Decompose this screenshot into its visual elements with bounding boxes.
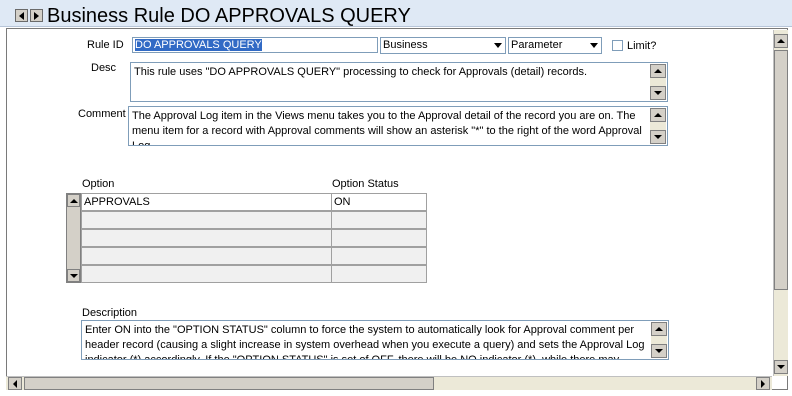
type-select[interactable]: Business xyxy=(380,37,506,54)
scroll-up-icon[interactable] xyxy=(774,34,788,48)
dropdown-arrow-icon xyxy=(590,43,598,48)
scroll-thumb[interactable] xyxy=(774,50,788,290)
option-status-cell[interactable] xyxy=(331,211,427,229)
scroll-down-icon[interactable] xyxy=(774,360,788,374)
option-status-cell[interactable]: ON xyxy=(331,193,427,211)
rule-id-field[interactable]: DO APPROVALS QUERY xyxy=(132,37,378,53)
scroll-down-icon[interactable] xyxy=(651,344,667,358)
kind-select[interactable]: Parameter xyxy=(508,37,602,54)
option-cell[interactable] xyxy=(81,247,332,265)
description-scrollbar[interactable] xyxy=(651,322,667,358)
rule-id-label: Rule ID xyxy=(87,39,124,51)
desc-scrollbar[interactable] xyxy=(650,64,666,100)
scroll-up-icon[interactable] xyxy=(650,64,666,78)
desc-label: Desc xyxy=(91,62,117,74)
grid-scrollbar[interactable] xyxy=(66,193,81,283)
scroll-down-icon[interactable] xyxy=(67,269,80,282)
scroll-right-icon[interactable] xyxy=(756,377,770,390)
scroll-up-icon[interactable] xyxy=(67,194,80,207)
option-status-cell[interactable] xyxy=(331,265,427,283)
option-status-column-header: Option Status xyxy=(332,178,399,190)
option-status-cell[interactable] xyxy=(331,229,427,247)
option-cell[interactable] xyxy=(81,265,332,283)
rule-id-value: DO APPROVALS QUERY xyxy=(135,39,262,51)
right-arrow-icon[interactable] xyxy=(30,9,43,22)
option-status-cell[interactable] xyxy=(331,247,427,265)
scroll-down-icon[interactable] xyxy=(650,86,666,100)
option-cell[interactable]: APPROVALS xyxy=(81,193,332,211)
dropdown-arrow-icon xyxy=(494,43,502,48)
limit-label: Limit? xyxy=(627,40,657,52)
window-title: Business Rule DO APPROVALS QUERY xyxy=(47,5,411,27)
desc-text: This rule uses "DO APPROVALS QUERY" proc… xyxy=(134,66,588,78)
scroll-left-icon[interactable] xyxy=(8,377,22,390)
description-label: Description xyxy=(82,307,138,319)
scroll-up-icon[interactable] xyxy=(650,108,666,122)
option-cell[interactable] xyxy=(81,229,332,247)
horizontal-scroll-thumb[interactable] xyxy=(24,377,434,390)
comment-label: Comment xyxy=(78,108,126,120)
option-column-header: Option xyxy=(82,178,115,190)
desc-field[interactable]: This rule uses "DO APPROVALS QUERY" proc… xyxy=(130,62,668,102)
window-horizontal-scrollbar[interactable] xyxy=(6,376,772,390)
comment-scrollbar[interactable] xyxy=(650,108,666,144)
window-vertical-scrollbar[interactable] xyxy=(773,30,788,376)
kind-select-value: Parameter xyxy=(511,39,563,51)
scroll-down-icon[interactable] xyxy=(650,130,666,144)
type-select-value: Business xyxy=(383,39,428,51)
limit-checkbox[interactable] xyxy=(612,40,623,51)
description-text: Enter ON into the "OPTION STATUS" column… xyxy=(85,324,645,360)
left-arrow-icon[interactable] xyxy=(15,9,28,22)
scroll-up-icon[interactable] xyxy=(651,322,667,336)
comment-field[interactable]: The Approval Log item in the Views menu … xyxy=(128,106,668,146)
comment-text: The Approval Log item in the Views menu … xyxy=(132,110,642,146)
description-field[interactable]: Enter ON into the "OPTION STATUS" column… xyxy=(81,320,669,360)
option-cell[interactable] xyxy=(81,211,332,229)
